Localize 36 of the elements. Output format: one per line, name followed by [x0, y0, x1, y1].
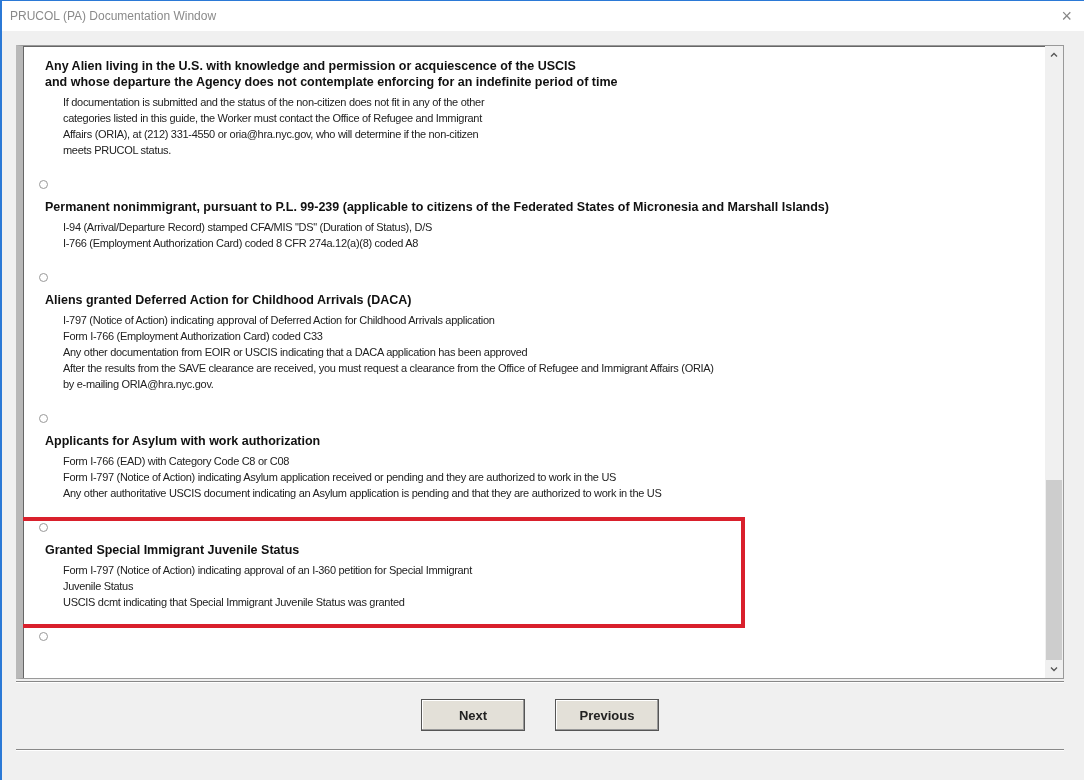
option-text: After the results from the SAVE clearance are received, you must request a clearance from the Office of Refugee and Immigrant Affairs (ORIA) [62, 361, 715, 376]
option-text: I-766 (Employment Authorization Card) coded 8 CFR 274a.12(a)(8) coded A8 [62, 236, 420, 251]
option-title: Permanent nonimmigrant, pursuant to P.L. 99-239 (applicable to citizens of the Federated States of Micronesia and Marshall Islands) [45, 199, 830, 215]
option-title: Aliens granted Deferred Action for Childhood Arrivals (DACA) [45, 292, 413, 308]
next-button[interactable]: Next [421, 699, 525, 731]
option-text: Juvenile Status [62, 579, 135, 594]
option-text: I-797 (Notice of Action) indicating approval of Deferred Action for Childhood Arrivals application [62, 313, 496, 328]
radio-button[interactable] [39, 180, 48, 189]
option-title: Applicants for Asylum with work authorization [45, 433, 322, 449]
window-title: PRUCOL (PA) Documentation Window [10, 9, 217, 23]
option-text: Form I-797 (Notice of Action) indicating approval of an I-360 petition for Special Immigrant [62, 563, 474, 578]
previous-button[interactable]: Previous [555, 699, 659, 731]
option-text: USCIS dcmt indicating that Special Immigrant Juvenile Status was granted [62, 595, 406, 610]
option-text: I-94 (Arrival/Departure Record) stamped CFA/MIS "DS" (Duration of Status), D/S [62, 220, 433, 235]
scroll-up-icon[interactable] [1049, 50, 1059, 60]
option-text: Form I-797 (Notice of Action) indicating Asylum application received or pending and they are authorized to work in the US [62, 470, 618, 485]
option-text: meets PRUCOL status. [62, 143, 172, 158]
option-text: by e-mailing ORIA@hra.nyc.gov. [62, 377, 215, 392]
option-title: and whose departure the Agency does not contemplate enforcing for an indefinite period of time [45, 74, 619, 90]
option-title: Any Alien living in the U.S. with knowledge and permission or acquiescence of the USCIS [45, 58, 577, 74]
option-title: Granted Special Immigrant Juvenile Status [45, 542, 301, 558]
radio-button[interactable] [39, 414, 48, 423]
option-text: If documentation is submitted and the status of the non-citizen does not fit in any of the other [62, 95, 486, 110]
radio-button[interactable] [39, 273, 48, 282]
option-text: Any other authoritative USCIS document indicating an Asylum application is pending and that they are authorized to work in the US [62, 486, 663, 501]
option-text: Any other documentation from EOIR or USCIS indicating that a DACA application has been approved [62, 345, 529, 360]
radio-button[interactable] [39, 632, 48, 641]
option-text: Form I-766 (EAD) with Category Code C8 or C08 [62, 454, 291, 469]
close-button[interactable]: × [1057, 7, 1076, 25]
scroll-down-icon[interactable] [1049, 664, 1059, 674]
radio-button[interactable] [39, 523, 48, 532]
option-text: Affairs (ORIA), at (212) 331-4550 or oria@hra.nyc.gov, who will determine if the non-citizen [62, 127, 480, 142]
scroll-thumb[interactable] [1046, 480, 1062, 660]
scrollbar[interactable] [1045, 46, 1063, 678]
option-text: Form I-766 (Employment Authorization Card) coded C33 [62, 329, 324, 344]
option-text: categories listed in this guide, the Worker must contact the Office of Refugee and Immigrant [62, 111, 484, 126]
